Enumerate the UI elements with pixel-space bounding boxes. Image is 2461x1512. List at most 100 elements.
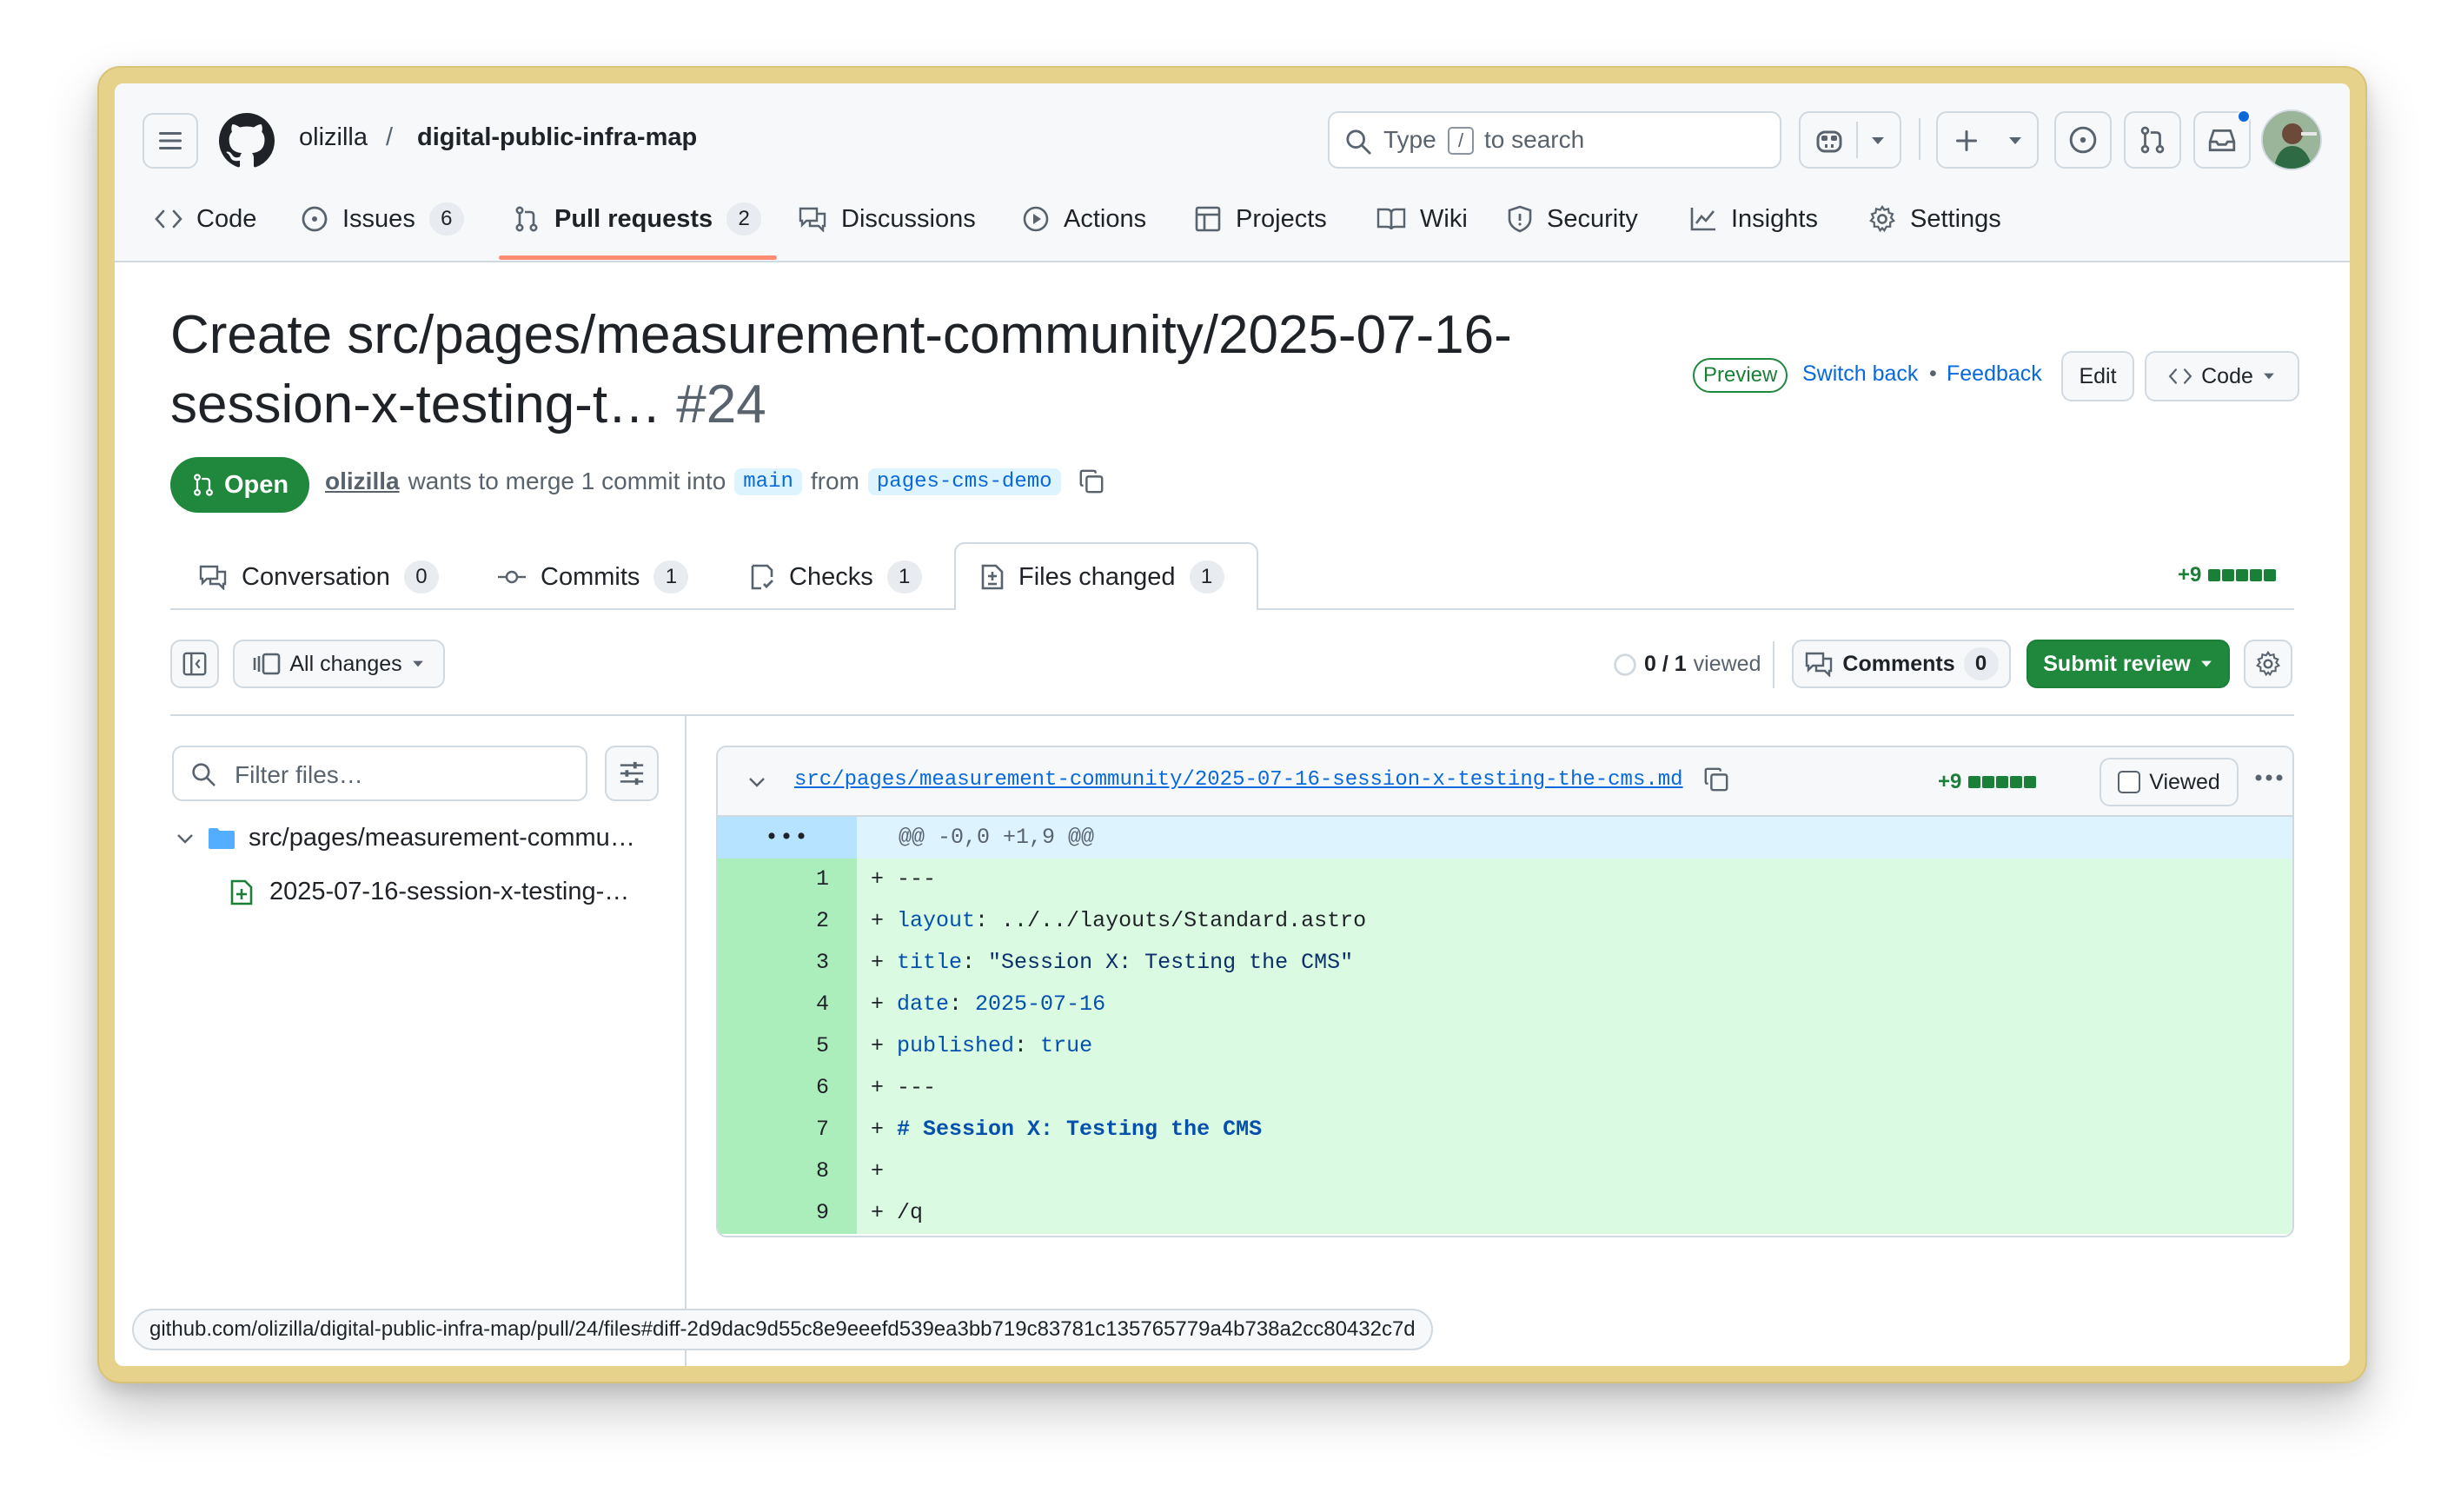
line-prefix: + <box>871 1033 898 1058</box>
nav-discussions[interactable]: Discussions <box>798 196 976 242</box>
copy-icon[interactable] <box>1078 468 1104 494</box>
github-mark-icon <box>219 113 275 169</box>
line-sep: : <box>949 991 976 1017</box>
viewed-checkbox[interactable] <box>2118 771 2141 793</box>
nav-code[interactable]: Code <box>155 196 256 242</box>
feedback-link[interactable]: Feedback <box>1947 361 2042 387</box>
status-bar-url: github.com/olizilla/digital-public-infra… <box>132 1309 1433 1350</box>
sidebar-collapse-icon <box>182 651 208 677</box>
diff-file-additions: +9 <box>1938 770 1962 793</box>
viewed-checkbox-button[interactable]: Viewed <box>2099 758 2239 806</box>
line-prefix: + <box>871 1117 898 1142</box>
pull-requests-count-badge: 2 <box>726 202 762 235</box>
kebab-horizontal-icon[interactable] <box>2254 773 2284 782</box>
tree-folder[interactable]: src/pages/measurement-commu… <box>176 824 635 852</box>
line-number[interactable]: 8 <box>718 1151 857 1192</box>
chevron-down-icon <box>176 832 195 846</box>
line-code: + /q <box>857 1192 2292 1234</box>
line-number[interactable]: 2 <box>718 900 857 942</box>
tab-checks[interactable]: Checks 1 <box>749 554 922 600</box>
tab-conversation[interactable]: Conversation 0 <box>198 554 439 600</box>
nav-label: Code <box>196 204 257 233</box>
tab-count: 0 <box>403 560 439 594</box>
line-number[interactable]: 3 <box>718 942 857 984</box>
pull-requests-button[interactable] <box>2124 111 2181 169</box>
diff-line: 3 + title: "Session X: Testing the CMS" <box>718 942 2292 984</box>
switch-back-link[interactable]: Switch back <box>1802 361 1918 387</box>
nav-insights[interactable]: Insights <box>1689 196 1818 242</box>
avatar[interactable] <box>2261 109 2322 170</box>
nav-actions[interactable]: Actions <box>1022 196 1146 242</box>
line-number[interactable]: 4 <box>718 984 857 1025</box>
viewed-progress: 0 / 1 viewed <box>1613 652 1761 677</box>
github-logo[interactable] <box>219 113 275 169</box>
comments-count: 0 <box>1963 647 1999 680</box>
diff-file-stat: +9 <box>1938 770 2037 794</box>
hunk-header-text: @@ -0,0 +1,9 @@ <box>857 817 2292 859</box>
repo-owner-link[interactable]: olizilla <box>299 123 368 152</box>
search-input[interactable]: Type / to search <box>1328 111 1781 169</box>
diff-file-path-link[interactable]: src/pages/measurement-community/2025-07-… <box>794 768 1683 792</box>
issues-button[interactable] <box>2054 111 2112 169</box>
copilot-icon <box>1814 127 1844 155</box>
viewed-label: viewed <box>1693 652 1761 676</box>
line-value: /q <box>897 1200 924 1225</box>
diff-settings-button[interactable] <box>2244 640 2292 688</box>
tree-folder-label: src/pages/measurement-commu… <box>249 824 635 852</box>
inbox-icon <box>2207 127 2237 153</box>
progress-circle-icon <box>1613 653 1637 677</box>
diff-line: 1 + --- <box>718 859 2292 900</box>
line-number[interactable]: 1 <box>718 859 857 900</box>
line-value: --- <box>897 866 937 892</box>
nav-projects[interactable]: Projects <box>1194 196 1327 242</box>
commits-range-icon <box>253 653 281 675</box>
nav-settings[interactable]: Settings <box>1868 196 2001 242</box>
comments-button[interactable]: Comments 0 <box>1792 640 2011 688</box>
nav-security[interactable]: Security <box>1507 196 1638 242</box>
chevron-down-icon[interactable] <box>747 775 766 789</box>
create-new-button[interactable] <box>1936 111 2039 169</box>
nav-pull-requests[interactable]: Pull requests 2 <box>513 196 762 242</box>
filter-files-input[interactable]: Filter files… <box>172 746 587 801</box>
pr-author-link[interactable]: olizilla <box>325 468 400 495</box>
nav-label: Insights <box>1731 204 1818 233</box>
line-number[interactable]: 7 <box>718 1109 857 1151</box>
all-changes-dropdown[interactable]: All changes <box>233 640 445 688</box>
pr-title-line-1: Create src/pages/measurement-community/2… <box>170 305 1512 365</box>
tab-files-changed[interactable]: Files changed 1 <box>980 554 1224 600</box>
line-number[interactable]: 6 <box>718 1067 857 1109</box>
submit-review-button[interactable]: Submit review <box>2027 640 2230 688</box>
diff-line: 9 + /q <box>718 1192 2292 1234</box>
line-sep: : <box>1014 1033 1041 1058</box>
diff-file-header: src/pages/measurement-community/2025-07-… <box>718 747 2292 817</box>
tab-commits[interactable]: Commits 1 <box>497 554 689 600</box>
base-branch[interactable]: main <box>734 468 802 495</box>
head-branch[interactable]: pages-cms-demo <box>867 468 1061 495</box>
chevron-down-icon <box>2007 136 2023 146</box>
diff-line: 6 + --- <box>718 1067 2292 1109</box>
line-number[interactable]: 9 <box>718 1192 857 1234</box>
diff-line: 5 + published: true <box>718 1025 2292 1067</box>
copy-icon[interactable] <box>1703 766 1729 792</box>
nav-label: Issues <box>342 204 415 233</box>
filter-files-placeholder: Filter files… <box>235 761 363 788</box>
edit-button[interactable]: Edit <box>2061 351 2134 401</box>
nav-wiki[interactable]: Wiki <box>1376 196 1468 242</box>
expand-hunk-button[interactable]: ••• <box>718 817 857 859</box>
menu-button[interactable] <box>143 113 198 169</box>
issues-count-badge: 6 <box>428 202 464 235</box>
nav-issues[interactable]: Issues 6 <box>301 196 464 242</box>
pr-number: #24 <box>676 375 766 434</box>
code-icon <box>155 208 182 230</box>
line-number[interactable]: 5 <box>718 1025 857 1067</box>
nav-label: Actions <box>1064 204 1147 233</box>
tree-file[interactable]: 2025-07-16-session-x-testing-… <box>229 878 629 906</box>
line-value: 2025-07-16 <box>975 991 1106 1017</box>
repo-name-link[interactable]: digital-public-infra-map <box>417 123 697 152</box>
file-added-icon <box>229 879 254 906</box>
toggle-file-tree-button[interactable] <box>170 640 219 688</box>
filter-options-button[interactable] <box>605 746 659 801</box>
diff-file-bars <box>1967 770 2037 794</box>
copilot-button-group[interactable] <box>1799 111 1901 169</box>
code-dropdown-button[interactable]: Code <box>2145 351 2299 401</box>
